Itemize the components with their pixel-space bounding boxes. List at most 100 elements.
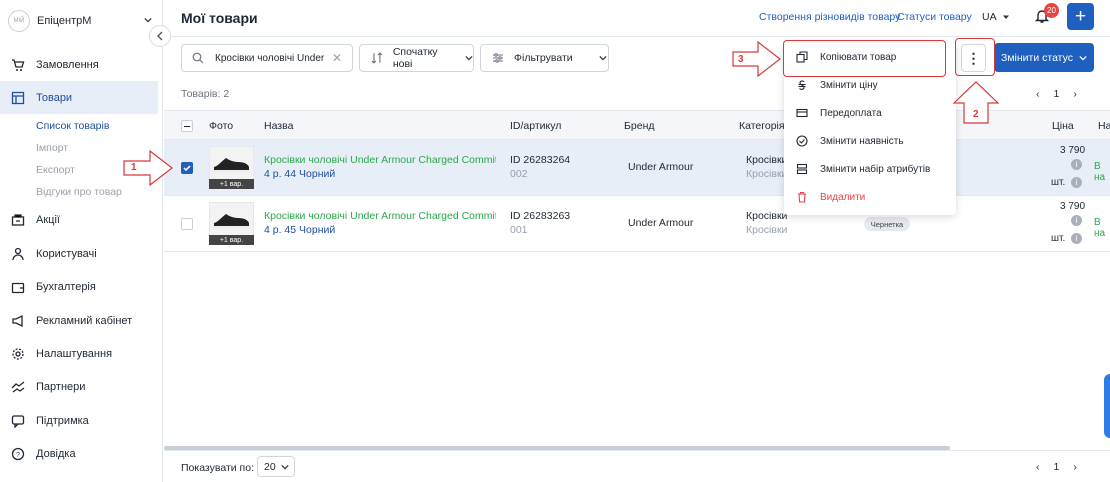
sidebar-item-label: Рекламний кабінет xyxy=(36,314,133,327)
subitem-product-list[interactable]: Список товарів xyxy=(36,120,109,132)
availability-status: В на xyxy=(1094,217,1106,239)
page-number[interactable]: 1 xyxy=(1054,88,1060,100)
menu-delete[interactable]: Видалити xyxy=(784,183,956,211)
product-price: 3 790 xyxy=(1060,145,1086,156)
menu-item-label: Змінити ціну xyxy=(820,79,878,91)
menu-change-availability[interactable]: Змінити наявність xyxy=(784,127,956,155)
info-icon[interactable]: i xyxy=(1071,177,1082,188)
sidebar-item-ads[interactable]: Рекламний кабінет xyxy=(0,304,158,337)
chevron-down-icon xyxy=(599,55,607,61)
page-size-select[interactable]: 20 xyxy=(257,456,295,477)
variants-link[interactable]: Створення різновидів товару xyxy=(759,11,900,23)
cart-icon xyxy=(12,58,25,71)
floating-widget-tab[interactable] xyxy=(1104,374,1110,438)
info-icon[interactable]: i xyxy=(1071,215,1082,226)
menu-item-label: Змінити наявність xyxy=(820,135,904,147)
prev-page-icon[interactable]: ‹ xyxy=(1036,88,1040,100)
check-icon xyxy=(183,165,191,172)
select-all-checkbox[interactable] xyxy=(181,120,193,132)
sidebar-item-label: Довідка xyxy=(36,447,76,460)
sidebar-item-label: Партнери xyxy=(36,380,86,393)
product-sku: 002 xyxy=(510,168,528,180)
prev-page-icon[interactable]: ‹ xyxy=(1036,461,1040,473)
sidebar-item-orders[interactable]: Замовлення xyxy=(0,48,158,81)
annotation-label-3: 3 xyxy=(738,54,744,65)
sidebar-item-settings[interactable]: Налаштування xyxy=(0,337,158,370)
product-category: Кросівки xyxy=(746,210,788,222)
sidebar-item-users[interactable]: Користувачі xyxy=(0,237,158,270)
bottom-pagination: ‹ 1 › xyxy=(1036,461,1077,473)
wallet-icon xyxy=(11,282,25,293)
menu-change-attributes[interactable]: Змінити набір атрибутів xyxy=(784,155,956,183)
column-category: Категорія xyxy=(739,120,785,132)
sidebar-item-accounting[interactable]: Бухгалтерія xyxy=(0,270,158,303)
search-box[interactable]: ✕ xyxy=(181,44,353,72)
statuses-link[interactable]: Статуси товару xyxy=(897,11,972,23)
product-name-link[interactable]: Кросівки чоловічі Under Armour Charged C… xyxy=(264,210,496,222)
info-icon[interactable]: i xyxy=(1071,233,1082,244)
table-row[interactable]: +1 вар. Кросівки чоловічі Under Armour C… xyxy=(164,140,1110,196)
sort-icon xyxy=(371,52,383,64)
product-id: ID 26283263 xyxy=(510,210,571,222)
product-price: 3 790 xyxy=(1060,201,1086,212)
language-select[interactable]: UA xyxy=(982,11,997,23)
clear-search-icon[interactable]: ✕ xyxy=(332,51,342,65)
change-status-label: Змінити статус xyxy=(1000,51,1073,64)
subitem-export[interactable]: Експорт xyxy=(36,164,75,176)
brand-switcher[interactable]: МІЙ ЕпіцентрМ xyxy=(8,8,158,34)
gear-icon xyxy=(12,347,24,360)
product-count: Товарів: 2 xyxy=(181,88,230,100)
divider xyxy=(164,36,1110,37)
sidebar-item-help[interactable]: ? Довідка xyxy=(0,437,158,470)
table-row[interactable]: +1 вар. Кросівки чоловічі Under Armour C… xyxy=(164,196,1110,252)
filter-icon xyxy=(493,53,503,63)
info-icon[interactable]: i xyxy=(1071,159,1082,170)
add-product-button[interactable]: + xyxy=(1067,3,1094,30)
sidebar-item-label: Користувачі xyxy=(36,247,97,260)
users-icon xyxy=(12,247,24,260)
column-price: Ціна xyxy=(1052,120,1074,132)
variants-badge: +1 вар. xyxy=(209,179,254,189)
svg-text:?: ? xyxy=(16,452,20,459)
filter-label: Фільтрувати xyxy=(514,52,573,64)
sort-dropdown[interactable]: Спочатку нові xyxy=(359,44,474,72)
collapse-sidebar-button[interactable] xyxy=(149,25,171,47)
status-badge: Чернетка xyxy=(864,217,910,231)
sidebar-item-promotions[interactable]: Акції xyxy=(0,203,158,236)
handshake-icon xyxy=(11,380,25,393)
sidebar-item-partners[interactable]: Партнери xyxy=(0,370,158,403)
sidebar-item-label: Підтримка xyxy=(36,414,89,427)
help-icon: ? xyxy=(11,447,25,460)
search-icon xyxy=(192,52,204,64)
menu-prepayment[interactable]: Передоплата xyxy=(784,99,956,127)
filter-dropdown[interactable]: Фільтрувати xyxy=(480,44,609,72)
sneaker-image xyxy=(214,214,249,229)
product-category-sub: Кросівки xyxy=(746,168,788,180)
subitem-reviews[interactable]: Відгуки про товар xyxy=(36,186,122,198)
product-name-link[interactable]: Кросівки чоловічі Under Armour Charged C… xyxy=(264,154,496,166)
change-status-button[interactable]: Змінити статус xyxy=(994,43,1094,72)
row-checkbox[interactable] xyxy=(181,162,193,174)
chat-icon xyxy=(11,414,25,428)
row-checkbox[interactable] xyxy=(181,218,193,230)
products-icon xyxy=(11,91,25,104)
next-page-icon[interactable]: › xyxy=(1073,88,1077,100)
megaphone-icon xyxy=(12,314,23,327)
page-number[interactable]: 1 xyxy=(1054,461,1060,473)
caret-down-icon xyxy=(1003,15,1009,19)
column-id: ID/артикул xyxy=(510,120,562,132)
check-circle-icon xyxy=(796,135,808,147)
table-header: Фото Назва ID/артикул Бренд Категорія Ці… xyxy=(164,110,1110,140)
annotation-label-2: 2 xyxy=(973,109,979,120)
sidebar-item-products[interactable]: Товари xyxy=(0,81,158,114)
notification-badge: 20 xyxy=(1044,3,1059,18)
chevron-left-icon xyxy=(157,31,163,41)
sidebar: МІЙ ЕпіцентрМ Замовлення Товари Список т… xyxy=(0,0,163,482)
subitem-import[interactable]: Імпорт xyxy=(36,142,68,154)
product-id: ID 26283264 xyxy=(510,154,571,166)
next-page-icon[interactable]: › xyxy=(1073,461,1077,473)
card-icon xyxy=(796,108,808,118)
search-input[interactable] xyxy=(215,52,325,64)
product-unit: шт. xyxy=(1051,233,1066,244)
sidebar-item-support[interactable]: Підтримка xyxy=(0,404,158,437)
